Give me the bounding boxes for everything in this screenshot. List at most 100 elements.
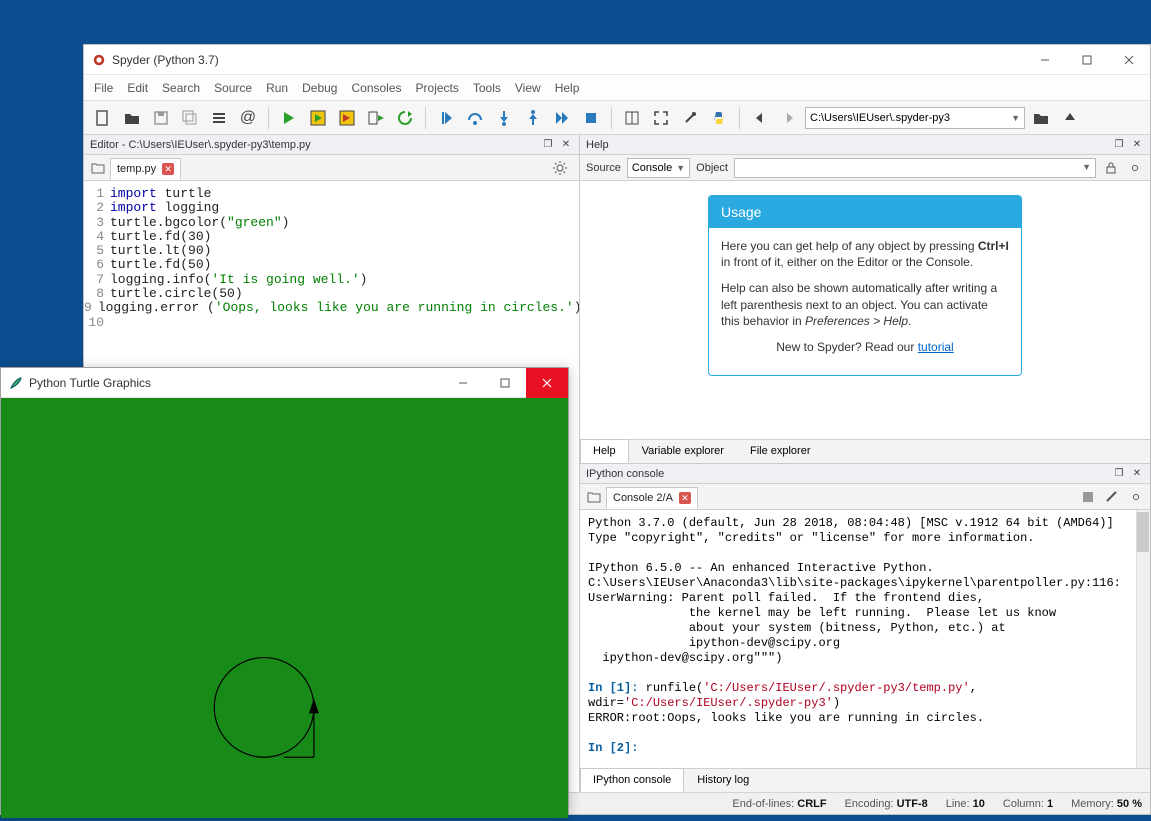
debug-step-over-icon[interactable] [462, 105, 488, 131]
parent-dir-icon[interactable] [1057, 105, 1083, 131]
run-cell-advance-icon[interactable] [334, 105, 360, 131]
browse-dir-icon[interactable] [1028, 105, 1054, 131]
open-file-icon[interactable] [119, 105, 145, 131]
help-source-value: Console [632, 162, 672, 174]
run-cell-icon[interactable] [305, 105, 331, 131]
scrollbar-thumb[interactable] [1137, 512, 1149, 552]
tab-help[interactable]: Help [580, 439, 629, 463]
debug-step-icon[interactable] [433, 105, 459, 131]
usage-p2c: . [908, 314, 911, 328]
status-column-label: Column: [1003, 798, 1044, 810]
forward-icon[interactable] [776, 105, 802, 131]
file-browser-icon[interactable] [88, 158, 108, 178]
save-file-icon[interactable] [148, 105, 174, 131]
python-icon[interactable] [706, 105, 732, 131]
status-line-value: 10 [973, 798, 985, 810]
editor-options-icon[interactable] [547, 155, 573, 181]
menu-consoles[interactable]: Consoles [351, 81, 401, 95]
tab-history-log[interactable]: History log [684, 768, 762, 792]
undock-icon[interactable]: ❐ [1112, 138, 1126, 152]
lock-icon[interactable] [1102, 159, 1120, 177]
tab-close-icon[interactable]: ✕ [679, 492, 691, 504]
editor-tab-label: temp.py [117, 163, 156, 175]
help-object-label: Object [696, 162, 728, 174]
usage-prefs: Preferences > Help [805, 314, 908, 328]
clear-console-icon[interactable] [1102, 487, 1122, 507]
back-icon[interactable] [747, 105, 773, 131]
console-output[interactable]: Python 3.7.0 (default, Jun 28 2018, 08:0… [580, 510, 1150, 768]
gear-icon[interactable] [1126, 487, 1146, 507]
close-pane-icon[interactable]: ✕ [1130, 138, 1144, 152]
tab-file-explorer[interactable]: File explorer [737, 439, 824, 463]
close-pane-icon[interactable]: ✕ [559, 138, 573, 152]
maximize-button[interactable] [1066, 46, 1108, 74]
status-eol-value: CRLF [797, 798, 826, 810]
help-pane-title: Help ❐ ✕ [580, 135, 1150, 155]
usage-body: Here you can get help of any object by p… [709, 228, 1021, 375]
menu-edit[interactable]: Edit [127, 81, 148, 95]
fullscreen-icon[interactable] [648, 105, 674, 131]
minimize-button[interactable] [1024, 46, 1066, 74]
working-directory-combo[interactable]: C:\Users\IEUser\.spyder-py3▼ [805, 107, 1025, 129]
new-file-icon[interactable] [90, 105, 116, 131]
layout-icon[interactable] [619, 105, 645, 131]
console-tabbar: Console 2/A ✕ [580, 484, 1150, 510]
preferences-icon[interactable] [677, 105, 703, 131]
scrollbar[interactable] [1136, 510, 1150, 768]
tab-ipython-console[interactable]: IPython console [580, 768, 684, 792]
save-all-icon[interactable] [177, 105, 203, 131]
menu-source[interactable]: Source [214, 81, 252, 95]
turtle-maximize-button[interactable] [484, 368, 526, 398]
close-button[interactable] [1108, 46, 1150, 74]
console-pane-title: IPython console ❐✕ [580, 464, 1150, 484]
status-memory-value: 50 % [1117, 798, 1142, 810]
turtle-minimize-button[interactable] [442, 368, 484, 398]
debug-step-into-icon[interactable] [491, 105, 517, 131]
console-tab-label: Console 2/A [613, 492, 673, 504]
rerun-icon[interactable] [392, 105, 418, 131]
close-pane-icon[interactable]: ✕ [1130, 467, 1144, 481]
menubar: File Edit Search Source Run Debug Consol… [84, 75, 1150, 101]
turtle-canvas [1, 398, 568, 818]
debug-continue-icon[interactable] [549, 105, 575, 131]
menu-view[interactable]: View [515, 81, 541, 95]
console-pane: IPython console ❐✕ Console 2/A ✕ Pyth [580, 464, 1150, 792]
turtle-window-title: Python Turtle Graphics [29, 376, 442, 390]
run-selection-icon[interactable] [363, 105, 389, 131]
chevron-down-icon: ▼ [1082, 162, 1091, 172]
help-object-input[interactable]: ▼ [734, 158, 1096, 178]
help-toolbar: Source Console▼ Object ▼ [580, 155, 1150, 181]
at-icon[interactable]: @ [235, 105, 261, 131]
titlebar[interactable]: Spyder (Python 3.7) [84, 45, 1150, 75]
debug-step-out-icon[interactable] [520, 105, 546, 131]
menu-projects[interactable]: Projects [416, 81, 459, 95]
status-column-value: 1 [1047, 798, 1053, 810]
help-tabs: Help Variable explorer File explorer [580, 439, 1150, 463]
tab-close-icon[interactable]: ✕ [162, 163, 174, 175]
menu-run[interactable]: Run [266, 81, 288, 95]
menu-debug[interactable]: Debug [302, 81, 337, 95]
undock-icon[interactable]: ❐ [541, 138, 555, 152]
menu-search[interactable]: Search [162, 81, 200, 95]
stop-console-icon[interactable] [1078, 487, 1098, 507]
undock-icon[interactable]: ❐ [1112, 467, 1126, 481]
separator [611, 107, 612, 129]
turtle-close-button[interactable] [526, 368, 568, 398]
help-pane-label: Help [586, 139, 1112, 151]
turtle-titlebar[interactable]: Python Turtle Graphics [1, 368, 568, 398]
tab-variable-explorer[interactable]: Variable explorer [629, 439, 737, 463]
chevron-down-icon: ▼ [676, 163, 685, 173]
help-pane: Help ❐✕ Source Console▼ Object ▼ Usage H… [580, 135, 1150, 464]
editor-tab-temp[interactable]: temp.py ✕ [110, 158, 181, 180]
run-icon[interactable] [276, 105, 302, 131]
gear-icon[interactable] [1126, 159, 1144, 177]
file-browser-icon[interactable] [584, 487, 604, 507]
tutorial-link[interactable]: tutorial [918, 340, 954, 354]
help-source-select[interactable]: Console ▼ [627, 158, 690, 178]
console-tab[interactable]: Console 2/A ✕ [606, 487, 698, 509]
list-icon[interactable] [206, 105, 232, 131]
menu-tools[interactable]: Tools [473, 81, 501, 95]
debug-stop-icon[interactable] [578, 105, 604, 131]
menu-file[interactable]: File [94, 81, 113, 95]
menu-help[interactable]: Help [555, 81, 580, 95]
